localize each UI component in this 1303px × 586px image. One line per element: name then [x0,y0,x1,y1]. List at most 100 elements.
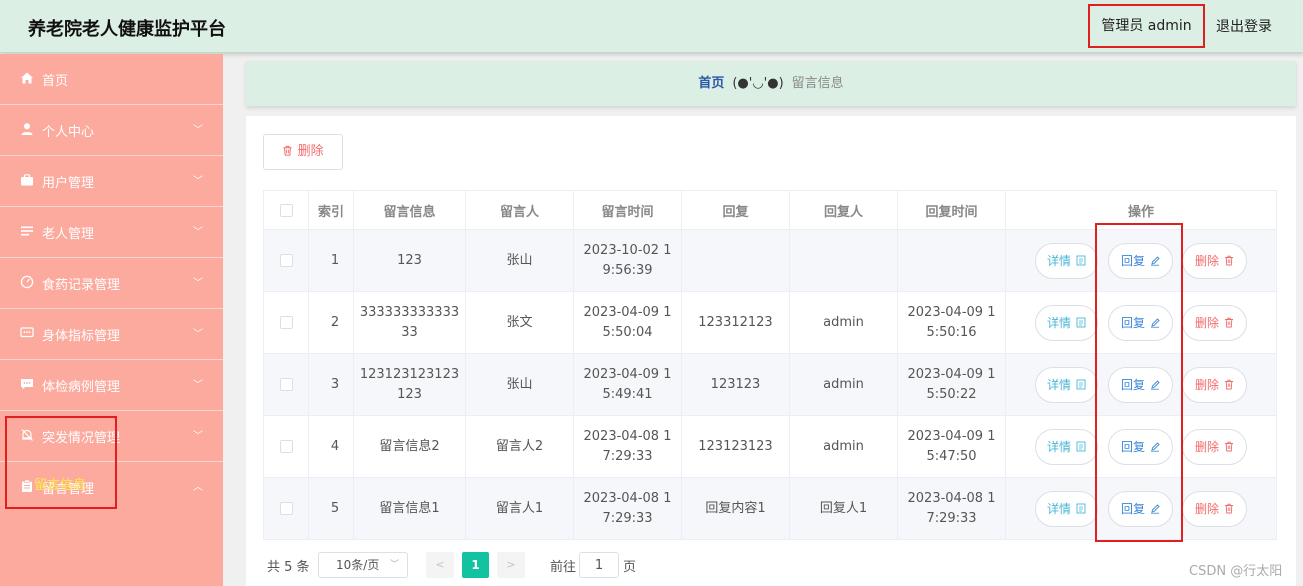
chevron-down-icon: ﹀ [193,431,203,442]
detail-button[interactable]: 详情 [1035,305,1098,341]
row-checkbox[interactable] [279,253,293,267]
row-select-cell[interactable] [263,229,309,292]
chevron-down-icon: ﹀ [193,278,203,289]
breadcrumb: 首页 (●'◡'●) 留言信息 [246,61,1296,106]
goto-page-input[interactable] [579,552,619,578]
reply-button[interactable]: 回复 [1108,367,1173,403]
row-checkbox[interactable] [279,501,293,515]
reply-button[interactable]: 回复 [1108,491,1173,527]
cell-author: 张山 [465,353,574,416]
chevron-down-icon: ﹀ [193,125,203,136]
next-page-button[interactable]: > [497,552,525,578]
cell-time: 2023-04-09 1 5:49:41 [573,353,682,416]
cell-index: 3 [308,353,354,416]
breadcrumb-home[interactable]: 首页 [698,76,724,91]
page-number-current[interactable]: 1 [462,552,489,578]
trash-icon [1224,503,1234,516]
edit-icon [1150,441,1160,454]
row-select-cell[interactable] [263,477,309,540]
cell-index: 2 [308,291,354,354]
chevron-right-icon: > [506,558,516,571]
sidebar-item-food-medicine-records[interactable]: 食药记录管理 ﹀ [0,258,223,309]
cell-message: 333333333333 33 [353,291,466,354]
select-all-cell[interactable] [263,190,309,230]
row-checkbox[interactable] [279,439,293,453]
row-select-cell[interactable] [263,291,309,354]
cell-reply-time: 2023-04-09 1 5:50:16 [897,291,1006,354]
prev-page-button[interactable]: < [426,552,454,578]
batch-delete-button[interactable]: 删除 [263,134,343,170]
detail-label: 详情 [1046,502,1071,516]
reply-label: 回复 [1120,378,1145,392]
cell-actions: 详情 回复 删除 [1005,291,1277,354]
column-header: 留言人 [465,190,574,230]
cell-time: 2023-04-08 1 7:29:33 [573,477,682,540]
row-select-cell[interactable] [263,353,309,416]
chevron-left-icon: < [435,558,445,571]
cell-index: 4 [308,415,354,478]
list-icon [20,224,34,238]
sidebar-item-user-management[interactable]: 用户管理 ﹀ [0,156,223,207]
detail-button[interactable]: 详情 [1035,243,1098,279]
cell-actions: 详情 回复 删除 [1005,477,1277,540]
sidebar-item-body-indicators[interactable]: 身体指标管理 ﹀ [0,309,223,360]
sidebar-item-medical-records[interactable]: 体检病例管理 ﹀ [0,360,223,411]
cell-message: 123123123123 123 [353,353,466,416]
cell-author: 留言人2 [465,415,574,478]
breadcrumb-separator: (●'◡'●) [732,76,784,91]
cell-time: 2023-04-09 1 5:50:04 [573,291,682,354]
message-menu-highlight [5,416,117,509]
sidebar-item-label: 老人管理 [42,227,95,242]
table-row: 4 留言信息2 留言人2 2023-04-08 1 7:29:33 123123123 a… [263,415,1277,478]
cell-author: 张文 [465,291,574,354]
row-select-cell[interactable] [263,415,309,478]
column-header: 索引 [308,190,354,230]
sidebar-item-label: 用户管理 [42,176,95,191]
trash-icon [1224,441,1234,454]
detail-button[interactable]: 详情 [1035,429,1098,465]
sidebar-item-home[interactable]: 首页 [0,54,223,105]
delete-label: 删除 [1194,502,1219,516]
row-checkbox[interactable] [279,315,293,329]
delete-button[interactable]: 删除 [1182,491,1247,527]
top-header: 养老院老人健康监护平台 管理员 admin 退出登录 [0,0,1303,53]
logout-link[interactable]: 退出登录 [1216,16,1272,36]
sidebar-item-label: 个人中心 [42,125,95,140]
trash-icon [282,144,297,159]
pagination: 共 5 条 10条/页 ﹀ < 1 > 前往 页 [263,550,683,578]
cell-replier: admin [789,353,898,416]
select-all-checkbox[interactable] [279,203,293,217]
sidebar-item-label: 首页 [42,74,69,89]
sidebar-item-elder-management[interactable]: 老人管理 ﹀ [0,207,223,258]
detail-button[interactable]: 详情 [1035,367,1098,403]
reply-button[interactable]: 回复 [1108,429,1173,465]
reply-button[interactable]: 回复 [1108,243,1173,279]
delete-label: 删除 [1194,378,1219,392]
cell-reply-time [897,229,1006,292]
delete-button[interactable]: 删除 [1182,367,1247,403]
edit-icon [1150,255,1160,268]
cell-index: 1 [308,229,354,292]
sidebar-subitem-message-info[interactable]: 留言信息 [34,474,86,493]
admin-user-label: 管理员 admin [1088,4,1205,48]
reply-button[interactable]: 回复 [1108,305,1173,341]
delete-button[interactable]: 删除 [1182,305,1247,341]
table-header-row: 索引 留言信息 留言人 留言时间 回复 回复人 回复时间 操作 [263,190,1277,230]
column-header: 回复人 [789,190,898,230]
detail-button[interactable]: 详情 [1035,491,1098,527]
chevron-down-icon: ﹀ [193,380,203,391]
chat-icon [20,326,34,340]
cell-author: 张山 [465,229,574,292]
table-row: 2 333333333333 33 张文 2023-04-09 1 5:50:04 12… [263,291,1277,354]
sidebar-item-personal-center[interactable]: 个人中心 ﹀ [0,105,223,156]
chevron-down-icon: ﹀ [193,227,203,238]
delete-button[interactable]: 删除 [1182,243,1247,279]
cell-message: 留言信息1 [353,477,466,540]
goto-suffix: 页 [623,560,637,575]
document-icon [1076,379,1086,392]
row-checkbox[interactable] [279,377,293,391]
delete-button[interactable]: 删除 [1182,429,1247,465]
reply-label: 回复 [1120,440,1145,454]
page-size-select[interactable]: 10条/页 ﹀ [318,552,408,578]
document-icon [1076,503,1086,516]
